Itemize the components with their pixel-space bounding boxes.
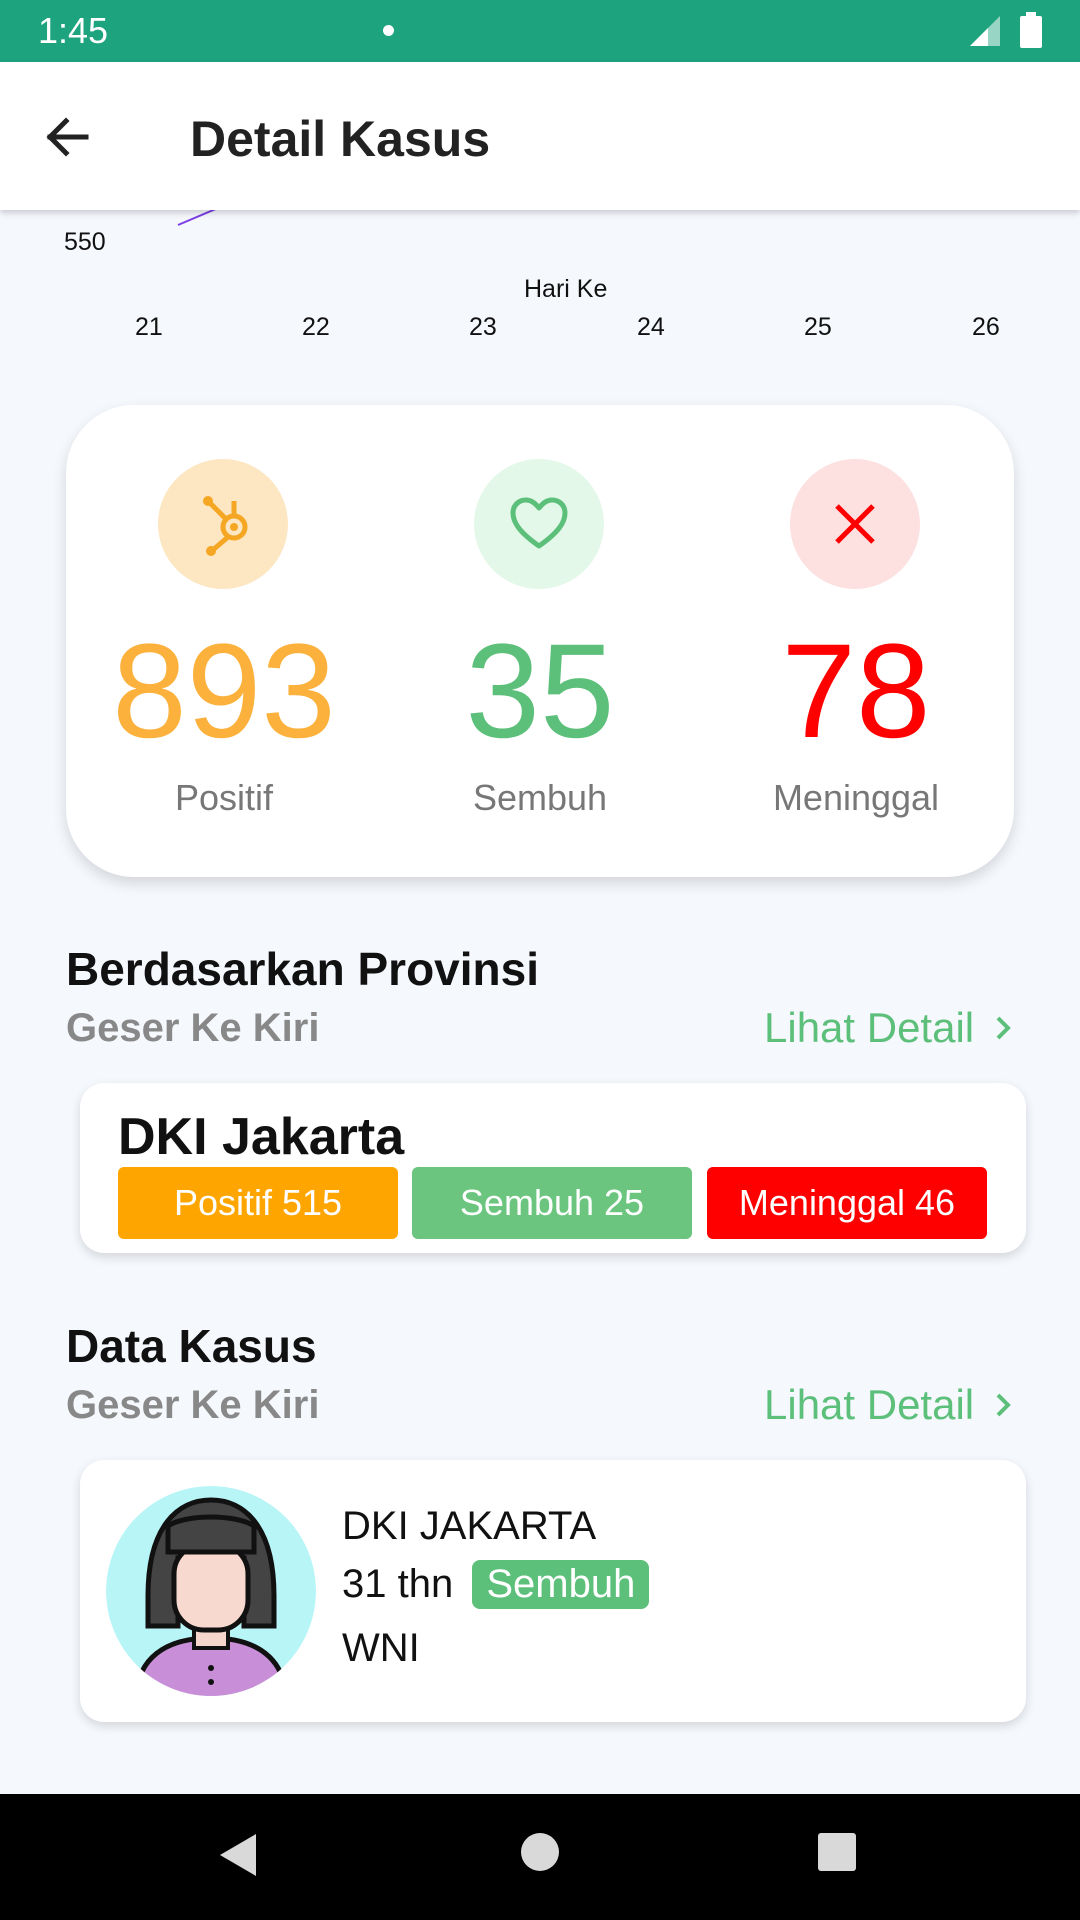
sembuh-count: 35: [465, 617, 615, 766]
sembuh-badge: Sembuh 25: [412, 1167, 692, 1239]
nav-home-icon[interactable]: [520, 1832, 560, 1872]
status-bar: 1:45: [0, 0, 1080, 62]
case-age-row: 31 thn Sembuh: [342, 1560, 650, 1609]
cases-chart: 550 Hari Ke 21 22 23 24 25 26: [64, 210, 1000, 341]
nav-recents-icon[interactable]: [817, 1832, 857, 1872]
sembuh-label: Sembuh: [472, 777, 608, 818]
x-tick-label: 24: [637, 313, 665, 341]
close-icon: [835, 504, 875, 544]
case-age: 31 thn: [342, 1562, 454, 1606]
case-section-subtitle: Geser Ke Kiri: [66, 1383, 320, 1427]
chevron-right-icon: [996, 1016, 1011, 1040]
summary-card: 893 Positif 35 Sembuh 78 Meninggal: [66, 405, 1014, 877]
status-time: 1:45: [38, 10, 109, 51]
avatar: [106, 1486, 316, 1696]
nav-back-icon[interactable]: [216, 1830, 260, 1880]
system-nav-bar: [0, 1794, 1080, 1920]
stat-positif: 893 Positif: [66, 405, 382, 877]
x-tick-label: 26: [972, 313, 1000, 341]
case-nationality: WNI: [342, 1626, 420, 1670]
case-section-title: Data Kasus: [66, 1320, 317, 1372]
x-tick-label: 21: [135, 313, 163, 341]
province-detail-link[interactable]: Lihat Detail: [764, 1004, 1012, 1052]
province-name: DKI Jakarta: [118, 1108, 405, 1166]
chevron-right-icon: [996, 1393, 1011, 1417]
chart-series-line: [177, 210, 216, 226]
province-detail-label: Lihat Detail: [764, 1004, 975, 1051]
x-tick-label: 23: [469, 313, 497, 341]
province-card[interactable]: DKI Jakarta Positif 515 Sembuh 25 Mening…: [80, 1083, 1026, 1253]
case-detail-link[interactable]: Lihat Detail: [764, 1381, 1012, 1429]
meninggal-count: 78: [781, 617, 931, 766]
back-arrow-icon[interactable]: [38, 107, 98, 167]
meninggal-label: Meninggal: [772, 777, 940, 818]
notification-dot-icon: [383, 25, 394, 36]
positif-icon-circle: [158, 459, 288, 589]
meninggal-icon-circle: [790, 459, 920, 589]
y-tick-label: 550: [64, 228, 106, 256]
page-title: Detail Kasus: [190, 111, 491, 167]
case-card[interactable]: DKI JAKARTA 31 thn Sembuh WNI: [80, 1460, 1026, 1722]
case-detail-label: Lihat Detail: [764, 1381, 975, 1428]
x-tick-label: 22: [302, 313, 330, 341]
province-section-title: Berdasarkan Provinsi: [66, 943, 540, 995]
positif-label: Positif: [174, 777, 274, 818]
app-bar: Detail Kasus: [0, 62, 1080, 210]
province-section-subtitle: Geser Ke Kiri: [66, 1006, 320, 1050]
case-province: DKI JAKARTA: [342, 1504, 597, 1548]
sembuh-icon-circle: [474, 459, 604, 589]
battery-icon: [1020, 12, 1042, 48]
hub-icon: [203, 496, 248, 556]
case-status-badge: Sembuh: [472, 1560, 650, 1609]
heart-icon: [510, 497, 568, 549]
stat-sembuh: 35 Sembuh: [382, 405, 698, 877]
x-tick-label: 25: [804, 313, 832, 341]
meninggal-badge: Meninggal 46: [707, 1167, 987, 1239]
signal-icon: [970, 16, 1000, 46]
positif-badge: Positif 515: [118, 1167, 398, 1239]
stat-meninggal: 78 Meninggal: [698, 405, 1014, 877]
x-axis-label: Hari Ke: [524, 275, 607, 303]
positif-count: 893: [112, 617, 336, 766]
